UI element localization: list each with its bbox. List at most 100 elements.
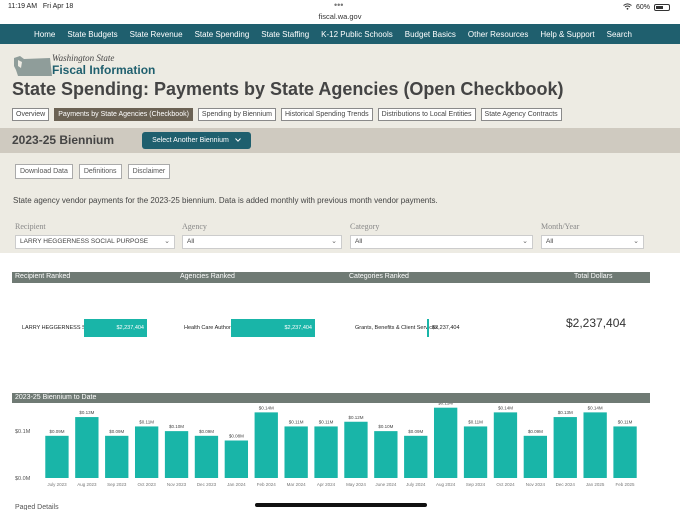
sub-tabs: Overview Payments by State Agencies (Chec…: [12, 108, 562, 121]
month-year-select[interactable]: All ⌄: [541, 235, 644, 249]
chart-title: 2023-25 Biennium to Date: [12, 393, 650, 403]
nav-item-help-support[interactable]: Help & Support: [534, 30, 600, 39]
logo-line-1: Washington State: [52, 53, 115, 63]
agency-select-value: All: [187, 238, 195, 245]
chart-bar[interactable]: [613, 426, 637, 478]
nav-item-other-resources[interactable]: Other Resources: [462, 30, 534, 39]
x-tick-label: Aug 2024: [436, 482, 456, 487]
chart-bar[interactable]: [194, 435, 219, 478]
bar-value-label: $0.11M: [468, 419, 483, 424]
chart-bar[interactable]: [75, 417, 99, 478]
download-data-button[interactable]: Download Data: [15, 164, 73, 179]
bar-value-label: $0.09M: [408, 429, 423, 434]
chart-bar[interactable]: [254, 412, 278, 478]
chart-bar[interactable]: [164, 431, 189, 478]
washington-map-icon: [14, 56, 52, 76]
nav-item-state-revenue[interactable]: State Revenue: [124, 30, 189, 39]
nav-item-state-budgets[interactable]: State Budgets: [61, 30, 123, 39]
chart-bar[interactable]: [344, 421, 368, 478]
tab-spending-by-biennium[interactable]: Spending by Biennium: [197, 108, 276, 121]
total-dollars-value: $2,237,404: [566, 316, 627, 330]
agencies-ranked-header: Agencies Ranked: [180, 273, 235, 280]
site-logo[interactable]: Washington State Fiscal Information: [12, 52, 162, 80]
tab-distributions-to-local-entities[interactable]: Distributions to Local Entities: [377, 108, 476, 121]
bar-value-label: $0.10M: [169, 424, 184, 429]
x-tick-label: Sep 2024: [466, 482, 486, 487]
nav-item-search[interactable]: Search: [601, 30, 638, 39]
nav-item-state-staffing[interactable]: State Staffing: [255, 30, 315, 39]
battery-percent: 60%: [635, 4, 650, 11]
tab-payments-by-state-agencies-checkbook[interactable]: Payments by State Agencies (Checkbook): [54, 108, 193, 121]
recipient-ranked-name[interactable]: LARRY HEGGERNESS S...: [22, 325, 90, 331]
agency-filter: Agency All ⌄: [182, 222, 342, 249]
status-bar: 11:19 AM Fri Apr 18 ••• fiscal.wa.gov 60…: [0, 0, 680, 24]
x-tick-label: June 2024: [375, 482, 397, 487]
tab-overview[interactable]: Overview: [12, 108, 50, 121]
chart-bar[interactable]: [404, 435, 428, 478]
x-tick-label: Aug 2023: [77, 482, 97, 487]
home-indicator: [255, 503, 427, 507]
category-ranked-value: $2,237,404: [432, 325, 460, 331]
agency-ranked-value: $2,237,404: [284, 325, 312, 331]
x-tick-label: Oct 2023: [138, 482, 157, 487]
y-tick-label: $0.1M: [15, 429, 31, 435]
select-biennium-button[interactable]: Select Another Biennium: [142, 132, 251, 149]
recipient-ranked-value: $2,237,404: [116, 325, 144, 331]
x-tick-label: Dec 2024: [556, 482, 576, 487]
nav-item-home[interactable]: Home: [28, 30, 61, 39]
categories-ranked-header: Categories Ranked: [349, 273, 409, 280]
nav-item-budget-basics[interactable]: Budget Basics: [399, 30, 462, 39]
recipient-ranked-bar[interactable]: $2,237,404: [84, 319, 147, 337]
biennium-label: 2023-25 Biennium: [12, 133, 115, 147]
month-year-select-value: All: [546, 238, 554, 245]
more-dots-icon[interactable]: •••: [334, 0, 343, 10]
battery-icon: [654, 4, 670, 11]
bar-value-label: $0.08M: [229, 434, 244, 439]
category-filter: Category All ⌄: [350, 222, 533, 249]
bar-value-label: $0.11M: [139, 419, 154, 424]
recipient-select[interactable]: LARRY HEGGERNESS SOCIAL PURPOSE ⌄: [15, 235, 175, 249]
x-tick-label: May 2024: [346, 482, 366, 487]
x-tick-label: Jan 2025: [586, 482, 605, 487]
recipient-select-value: LARRY HEGGERNESS SOCIAL PURPOSE: [20, 238, 149, 245]
address-url[interactable]: fiscal.wa.gov: [0, 12, 680, 21]
x-tick-label: Mar 2024: [287, 482, 307, 487]
category-ranked-bar[interactable]: [427, 319, 429, 337]
nav-item-state-spending[interactable]: State Spending: [189, 30, 256, 39]
chart-bar[interactable]: [433, 407, 458, 478]
chart-bar[interactable]: [314, 426, 338, 478]
chart-bar[interactable]: [284, 426, 308, 478]
chart-bar[interactable]: [374, 431, 398, 478]
chart-bar[interactable]: [523, 435, 548, 478]
month-year-filter-label: Month/Year: [541, 222, 580, 231]
bar-value-label: $0.15M: [438, 403, 453, 406]
chart-bar[interactable]: [45, 435, 69, 478]
agency-ranked-name[interactable]: Health Care Authority: [184, 325, 236, 331]
definitions-button[interactable]: Definitions: [78, 164, 122, 179]
nav-item-k-12-public-schools[interactable]: K-12 Public Schools: [315, 30, 399, 39]
chart-bar[interactable]: [105, 435, 129, 478]
category-ranked-name[interactable]: Grants, Benefits & Client Services: [355, 325, 438, 331]
chevron-down-icon: ⌄: [633, 238, 639, 245]
y-tick-label: $0.0M: [15, 476, 31, 482]
agency-select[interactable]: All ⌄: [182, 235, 342, 249]
select-biennium-label: Select Another Biennium: [152, 137, 229, 144]
category-select[interactable]: All ⌄: [350, 235, 533, 249]
chart-bar[interactable]: [463, 426, 488, 478]
x-tick-label: Nov 2024: [526, 482, 546, 487]
chart-bar[interactable]: [224, 440, 249, 479]
agency-ranked-bar[interactable]: $2,237,404: [231, 319, 315, 337]
recipient-filter-label: Recipient: [15, 222, 46, 231]
chart-bar[interactable]: [583, 412, 607, 478]
agency-filter-label: Agency: [182, 222, 207, 231]
chart-bar[interactable]: [493, 412, 518, 478]
chart-bar[interactable]: [553, 417, 577, 478]
tab-historical-spending-trends[interactable]: Historical Spending Trends: [280, 108, 373, 121]
disclaimer-button[interactable]: Disclaimer: [127, 164, 171, 179]
chart-bar[interactable]: [134, 426, 159, 478]
biennium-bar-chart: $0.1M $0.0M $0.09M July 2023 $0.13M Aug 2023 $…: [15, 403, 637, 510]
tab-state-agency-contracts[interactable]: State Agency Contracts: [480, 108, 562, 121]
bar-value-label: $0.14M: [498, 405, 513, 410]
bar-value-label: $0.09M: [199, 429, 214, 434]
recipient-ranked-header: Recipient Ranked: [15, 273, 71, 280]
